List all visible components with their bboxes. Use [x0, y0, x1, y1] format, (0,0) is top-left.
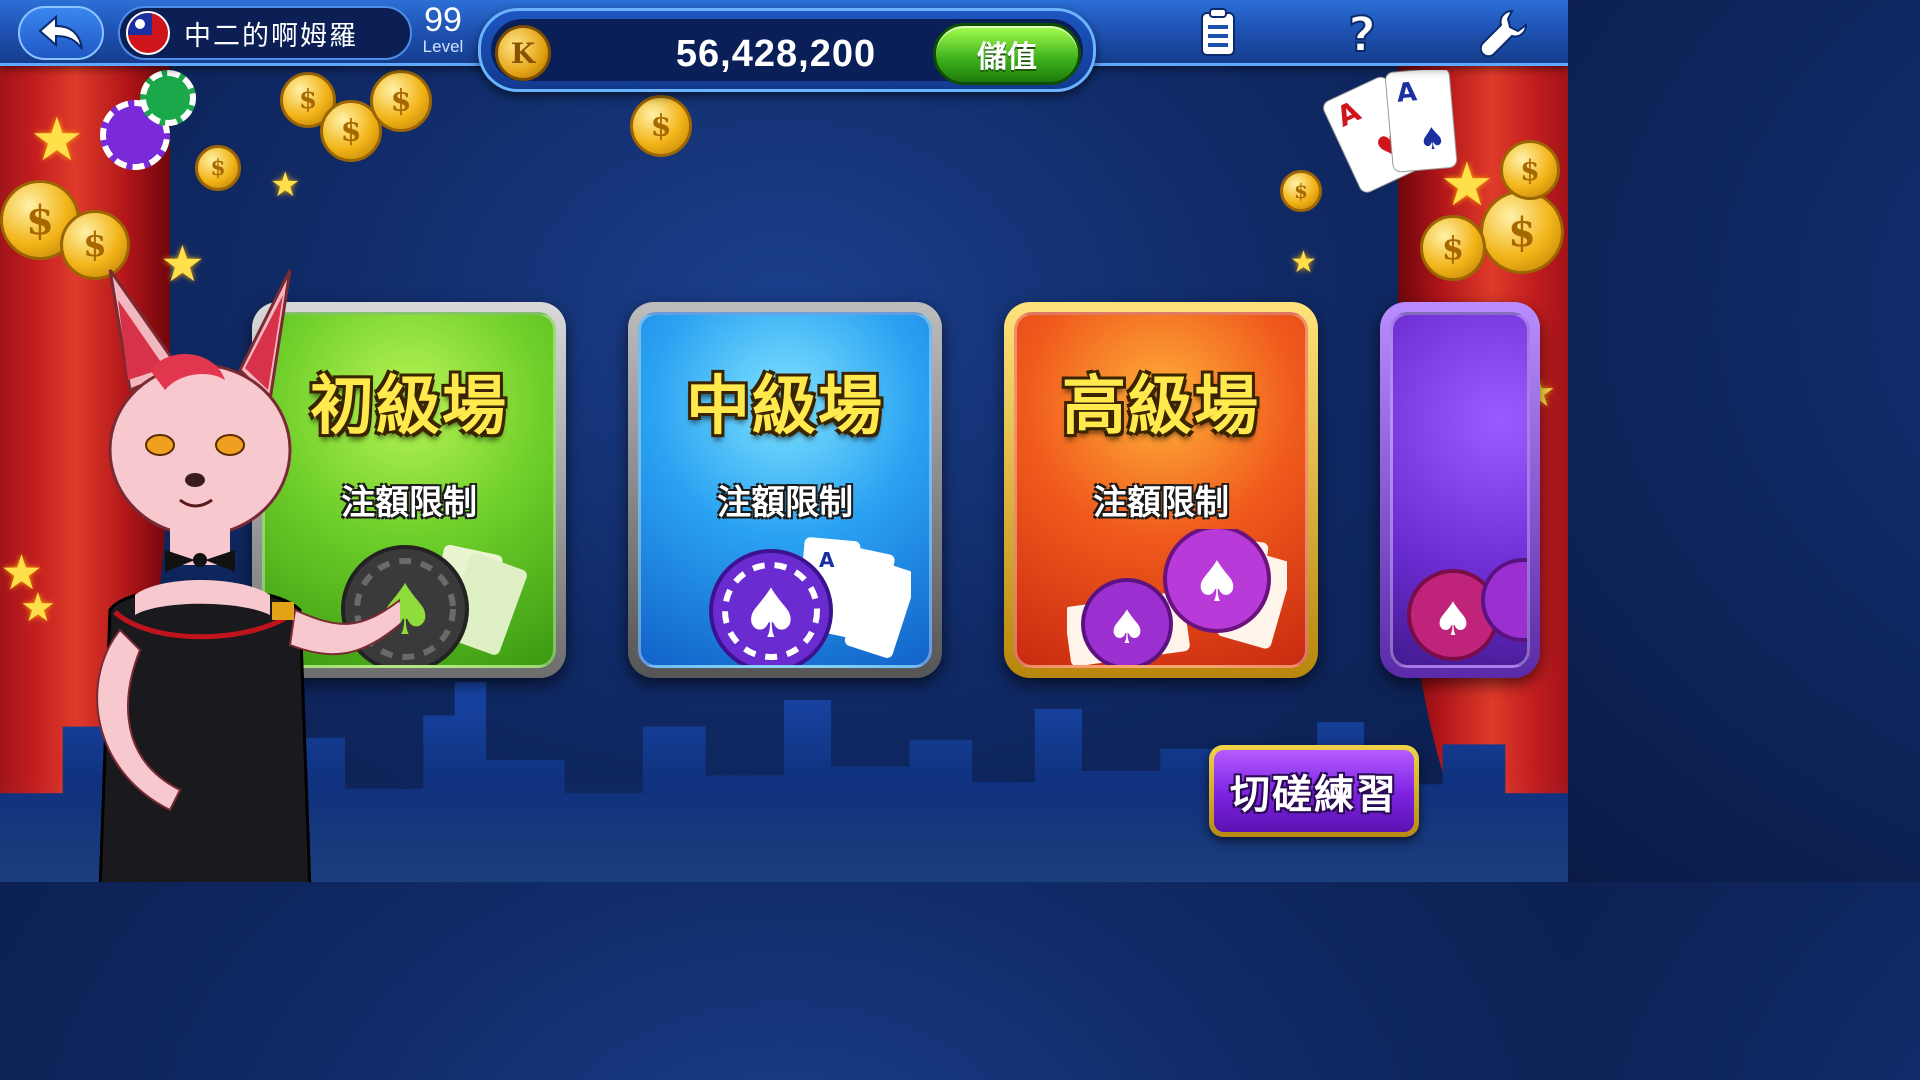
svg-text:♠: ♠	[741, 575, 802, 654]
taiwan-flag-icon	[126, 11, 170, 55]
chips-and-cards-icon: A ♠	[709, 537, 911, 665]
fox-hostess-mascot	[96, 269, 400, 882]
room-bet-limit: 注額限制	[1093, 483, 1229, 523]
decor-playing-cards: A ♥ A ♠	[1323, 70, 1458, 193]
svg-text:A: A	[1395, 77, 1418, 109]
room-title: 高級場	[1062, 370, 1260, 444]
room-card-advanced[interactable]: 高級場 注額限制 ♠ ♠	[1004, 302, 1318, 678]
clipboard-icon	[1201, 8, 1235, 56]
room-card-partial[interactable]: ♠	[1380, 302, 1540, 678]
room-card-intermediate[interactable]: 中級場 注額限制 A ♠	[628, 302, 942, 678]
svg-text:♠: ♠	[1417, 121, 1447, 158]
records-button[interactable]	[1190, 4, 1246, 62]
question-mark-icon: ?	[1347, 7, 1377, 59]
room-bet-limit: 注額限制	[717, 483, 853, 523]
wrench-icon	[1479, 9, 1528, 58]
decor-coin-icon: $	[1500, 140, 1560, 200]
decor-chip-icon	[140, 70, 196, 126]
settings-button[interactable]	[1476, 4, 1532, 62]
level-label: Level	[422, 37, 464, 56]
practice-mode-label: 切磋練習	[1214, 750, 1414, 832]
decor-star-icon: ★	[30, 105, 84, 175]
back-arrow-icon	[38, 14, 83, 50]
player-level: 99 Level	[418, 2, 468, 56]
decor-coin-icon: $	[630, 95, 692, 157]
level-number: 99	[424, 1, 462, 39]
chips-icon: ♠	[1407, 558, 1527, 661]
decor-coin-icon: $	[195, 145, 241, 191]
coin-balance-panel: K 56,428,200 儲值	[478, 8, 1096, 92]
svg-text:?: ?	[1348, 7, 1376, 59]
topup-button[interactable]: 儲值	[933, 23, 1081, 85]
game-lobby-scene: $ $ $ $ $ $ $ $ $ $ $ ★ ★ ★ ★ ★ ★ ★ ★ ★ …	[0, 0, 1568, 882]
decor-star-icon: ★	[1290, 245, 1317, 280]
practice-mode-button[interactable]: 切磋練習	[1209, 745, 1419, 837]
coin-icon: K	[495, 25, 551, 81]
decor-coin-icon: $	[370, 70, 432, 132]
svg-text:♠: ♠	[1106, 600, 1147, 654]
player-info[interactable]: 中二的啊姆羅	[118, 6, 412, 60]
room-title: 中級場	[686, 370, 884, 444]
svg-text:♠: ♠	[1192, 550, 1242, 615]
decor-star-icon: ★	[270, 165, 301, 205]
help-button[interactable]: ?	[1334, 4, 1390, 62]
chips-and-cards-icon: ♠ ♠	[1067, 529, 1287, 665]
svg-text:A: A	[819, 548, 835, 572]
player-name: 中二的啊姆羅	[184, 20, 358, 52]
decor-coin-icon: $	[1420, 215, 1486, 281]
coin-balance: 56,428,200	[675, 33, 877, 75]
svg-text:♠: ♠	[1432, 592, 1473, 646]
back-button[interactable]	[18, 6, 104, 60]
